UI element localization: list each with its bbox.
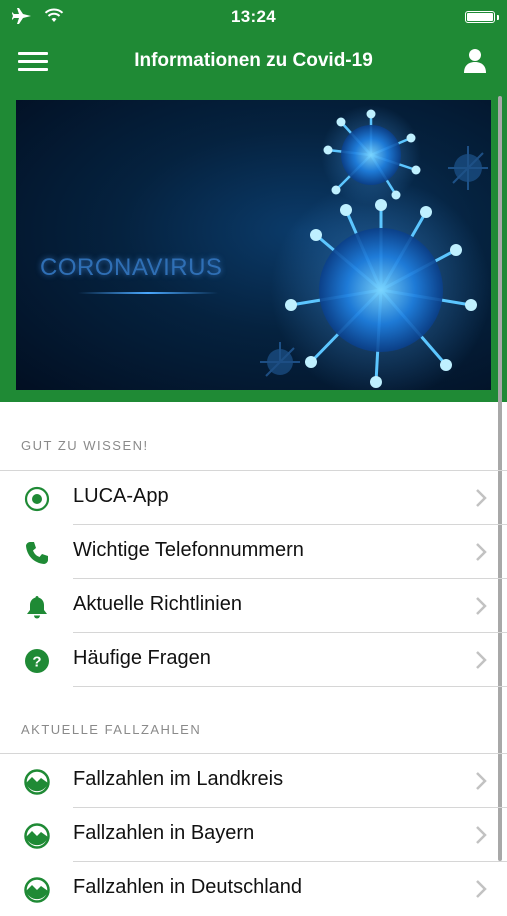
banner-underline xyxy=(78,292,218,294)
question-circle-icon: ? xyxy=(25,649,49,673)
banner-container: CORONAVIRUS xyxy=(0,90,507,402)
list-item-luca-app[interactable]: LUCA-App xyxy=(0,471,507,525)
chart-circle-icon xyxy=(24,769,50,795)
chevron-right-icon xyxy=(476,651,487,669)
list-item-label: Fallzahlen in Bayern xyxy=(73,822,255,844)
app-header: 13:24 Informationen zu Covid-19 xyxy=(0,0,507,90)
chevron-right-icon xyxy=(476,543,487,561)
list-gut-zu-wissen: LUCA-App Wichtige Telefonnummern Aktuell… xyxy=(0,471,507,687)
chevron-right-icon xyxy=(476,880,487,898)
list-item-fallzahlen-deutschland[interactable]: Fallzahlen in Deutschland xyxy=(0,862,507,916)
list-item-label: Aktuelle Richtlinien xyxy=(73,593,242,615)
radio-target-icon xyxy=(24,486,50,512)
virus-illustration xyxy=(260,105,491,390)
page-title: Informationen zu Covid-19 xyxy=(134,50,373,71)
section-header-fallzahlen: AKTUELLE FALLZAHLEN xyxy=(21,722,202,737)
list-item-label: Fallzahlen in Deutschland xyxy=(73,876,303,898)
list-item-label: LUCA-App xyxy=(73,485,169,507)
list-fallzahlen: Fallzahlen im Landkreis Fallzahlen in Ba… xyxy=(0,754,507,916)
coronavirus-banner: CORONAVIRUS xyxy=(16,100,491,390)
list-item-label: Wichtige Telefonnummern xyxy=(73,539,304,561)
list-item-label: Häufige Fragen xyxy=(73,647,211,669)
phone-icon xyxy=(26,542,48,564)
chart-circle-icon xyxy=(24,877,50,903)
chevron-right-icon xyxy=(476,597,487,615)
status-bar: 13:24 xyxy=(0,0,507,34)
banner-title: CORONAVIRUS xyxy=(40,254,223,281)
battery-icon xyxy=(465,11,499,23)
chevron-right-icon xyxy=(476,489,487,507)
list-item-fallzahlen-bayern[interactable]: Fallzahlen in Bayern xyxy=(0,808,507,862)
svg-text:?: ? xyxy=(32,654,41,671)
chart-circle-icon xyxy=(24,823,50,849)
list-item-richtlinien[interactable]: Aktuelle Richtlinien xyxy=(0,579,507,633)
bell-icon xyxy=(27,596,47,619)
list-item-fallzahlen-landkreis[interactable]: Fallzahlen im Landkreis xyxy=(0,754,507,808)
navigation-bar: Informationen zu Covid-19 xyxy=(0,34,507,90)
user-icon[interactable] xyxy=(461,47,489,75)
list-item-haeufige-fragen[interactable]: ? Häufige Fragen xyxy=(0,633,507,687)
chevron-right-icon xyxy=(476,772,487,790)
status-time: 13:24 xyxy=(231,7,276,26)
hamburger-menu-icon[interactable] xyxy=(18,52,48,72)
list-item-label: Fallzahlen im Landkreis xyxy=(73,768,284,790)
list-item-telefonnummern[interactable]: Wichtige Telefonnummern xyxy=(0,525,507,579)
chevron-right-icon xyxy=(476,826,487,844)
section-header-gut-zu-wissen: GUT ZU WISSEN! xyxy=(21,438,149,453)
